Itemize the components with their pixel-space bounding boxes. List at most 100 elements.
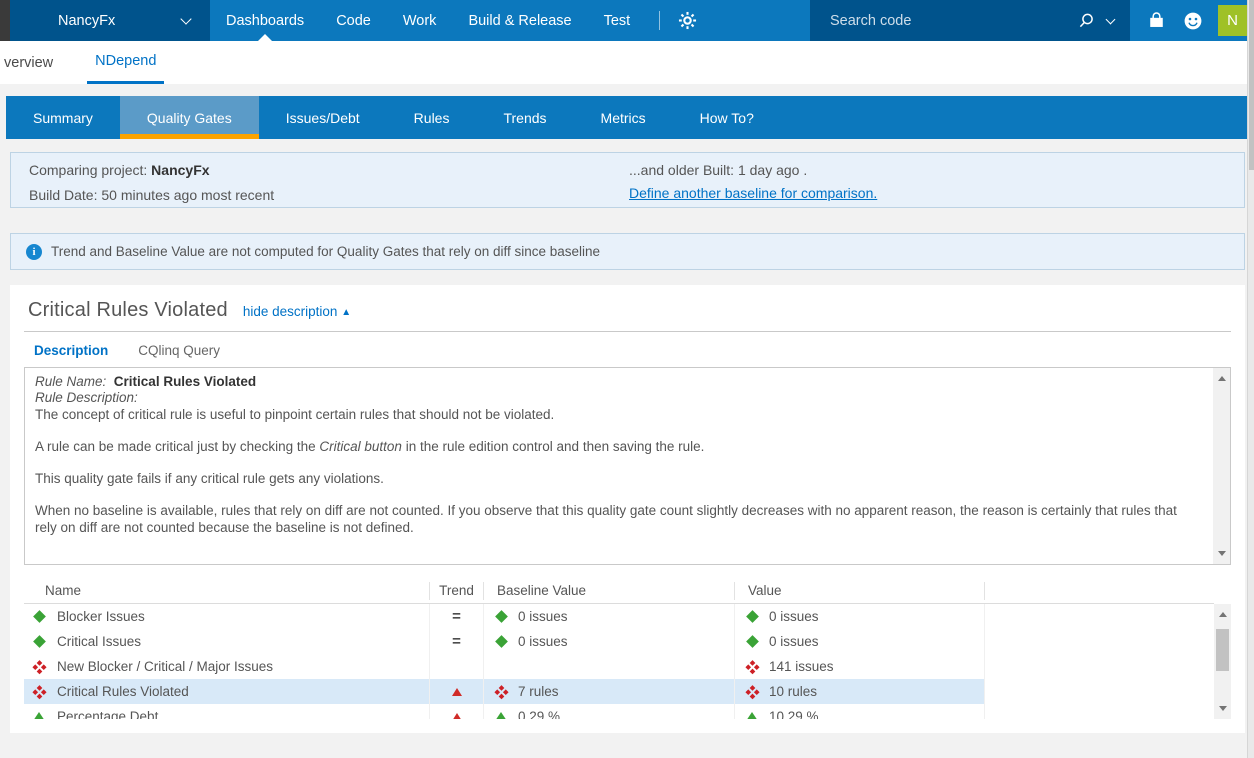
- gate-status-icon: [29, 656, 50, 677]
- hub-tab-label: verview: [4, 55, 53, 71]
- tab-label: Description: [34, 343, 108, 358]
- column-header-baseline-value: Baseline Value: [484, 582, 735, 600]
- table-row[interactable]: New Blocker / Critical / Major Issues 14…: [24, 654, 1214, 679]
- quality-gates-table: Name Trend Baseline Value Value Blocker …: [24, 578, 1231, 719]
- value-status-icon: [745, 634, 760, 649]
- toggle-label: hide description: [243, 304, 338, 319]
- tab-label: CQlinq Query: [138, 343, 220, 358]
- page-title: Critical Rules Violated: [28, 299, 228, 322]
- scroll-up-icon[interactable]: [1218, 376, 1226, 381]
- nav-item-work[interactable]: Work: [387, 0, 453, 41]
- project-selector[interactable]: NancyFx: [10, 0, 210, 41]
- tab-label: How To?: [700, 110, 754, 126]
- gate-name: Percentage Debt: [57, 709, 158, 719]
- search-box: [810, 0, 1130, 41]
- scrollbar-thumb[interactable]: [1216, 629, 1229, 671]
- tab-summary[interactable]: Summary: [6, 96, 120, 139]
- define-baseline-link[interactable]: Define another baseline for comparison.: [629, 185, 877, 201]
- table-row-selected[interactable]: Critical Rules Violated 7 rules 10 rules: [24, 679, 1214, 704]
- current-value: 0 issues: [769, 634, 819, 649]
- nav-label: Work: [403, 13, 437, 29]
- hub-tab-label: NDepend: [95, 53, 156, 69]
- chevron-down-icon: [180, 13, 191, 24]
- tab-issues-debt[interactable]: Issues/Debt: [259, 96, 387, 139]
- rule-name-value: Critical Rules Violated: [114, 374, 256, 389]
- notice-text: Trend and Baseline Value are not compute…: [51, 244, 600, 259]
- settings-gear-icon[interactable]: [673, 7, 701, 35]
- build-date-line: Build Date: 50 minutes ago most recent: [29, 187, 629, 203]
- tab-trends[interactable]: Trends: [476, 96, 573, 139]
- rule-description-box: Rule Name: Critical Rules Violated Rule …: [24, 367, 1231, 565]
- gate-status-icon: [32, 709, 47, 719]
- scroll-down-icon[interactable]: [1218, 551, 1226, 556]
- search-icon[interactable]: [1077, 12, 1095, 30]
- tab-description[interactable]: Description: [34, 343, 108, 358]
- search-input[interactable]: [810, 13, 1077, 29]
- rule-description-content: Rule Name: Critical Rules Violated Rule …: [25, 368, 1230, 536]
- scroll-down-icon[interactable]: [1219, 706, 1227, 711]
- tab-quality-gates[interactable]: Quality Gates: [120, 96, 259, 139]
- baseline-status-icon: [494, 609, 509, 624]
- table-body: Blocker Issues 0 issues 0 issues Critica…: [24, 604, 1214, 719]
- nav-label: Dashboards: [226, 13, 304, 29]
- nav-label: Build & Release: [468, 13, 571, 29]
- tab-label: Issues/Debt: [286, 110, 360, 126]
- baseline-status-icon: [494, 634, 509, 649]
- trend-icon: [452, 608, 461, 625]
- tab-metrics[interactable]: Metrics: [574, 96, 673, 139]
- column-header-value: Value: [735, 582, 985, 600]
- trend-icon: [452, 633, 461, 650]
- page-scrollbar-thumb[interactable]: [1249, 0, 1254, 170]
- tab-how-to[interactable]: How To?: [673, 96, 781, 139]
- scroll-up-icon[interactable]: [1219, 612, 1227, 617]
- search-scope-chevron-icon[interactable]: [1106, 14, 1116, 24]
- marketplace-bag-icon[interactable]: [1147, 11, 1166, 30]
- nav-item-code[interactable]: Code: [320, 0, 387, 41]
- older-build-line: ...and older Built: 1 day ago .: [629, 162, 877, 178]
- nav-label: Code: [336, 13, 371, 29]
- tab-label: Rules: [414, 110, 450, 126]
- tab-label: Metrics: [601, 110, 646, 126]
- nav-item-dashboards[interactable]: Dashboards: [210, 0, 320, 41]
- rule-description-label: Rule Description:: [35, 390, 138, 405]
- table-row[interactable]: Critical Issues 0 issues 0 issues: [24, 629, 1214, 654]
- gate-status-icon: [29, 681, 50, 702]
- table-row[interactable]: Percentage Debt 0.29 % 10.29 %: [24, 704, 1214, 719]
- description-scrollbar[interactable]: [1213, 368, 1230, 564]
- description-paragraph: The concept of critical rule is useful t…: [35, 407, 1190, 423]
- trend-icon: [452, 684, 462, 699]
- avatar[interactable]: N: [1218, 5, 1247, 36]
- table-scrollbar[interactable]: [1214, 604, 1231, 719]
- comparison-left: Comparing project: NancyFx Build Date: 5…: [29, 162, 629, 207]
- trend-notice-box: Trend and Baseline Value are not compute…: [10, 233, 1245, 270]
- tab-cqlinq-query[interactable]: CQlinq Query: [138, 343, 220, 358]
- description-paragraph: This quality gate fails if any critical …: [35, 471, 1190, 487]
- tab-rules[interactable]: Rules: [387, 96, 477, 139]
- nav-item-test[interactable]: Test: [588, 0, 647, 41]
- nav-item-build-release[interactable]: Build & Release: [452, 0, 587, 41]
- column-header-trend: Trend: [430, 582, 484, 600]
- value-status-icon: [742, 681, 763, 702]
- hub-tab-overview[interactable]: verview: [2, 41, 55, 84]
- nav-divider: [659, 11, 660, 30]
- collapse-arrow-icon: ▲: [341, 307, 351, 318]
- column-header-filler: [985, 582, 1214, 600]
- ndepend-section-tabbar: Summary Quality Gates Issues/Debt Rules …: [6, 96, 1248, 139]
- gate-status-icon: [32, 609, 47, 624]
- current-value: 0 issues: [769, 609, 819, 624]
- feedback-smiley-icon[interactable]: [1183, 11, 1203, 31]
- project-name: NancyFx: [58, 13, 115, 29]
- gate-name: Critical Rules Violated: [57, 684, 189, 699]
- topbar-right-actions: N: [1130, 0, 1247, 41]
- baseline-value: 0 issues: [518, 609, 568, 624]
- description-paragraph: When no baseline is available, rules tha…: [35, 503, 1190, 536]
- description-tabbar: Description CQlinq Query: [24, 332, 1231, 367]
- table-row[interactable]: Blocker Issues 0 issues 0 issues: [24, 604, 1214, 629]
- quality-gate-detail-panel: Critical Rules Violated hide description…: [10, 285, 1245, 733]
- tab-label: Trends: [503, 110, 546, 126]
- page-scrollbar[interactable]: [1247, 0, 1254, 758]
- hub-tab-ndepend[interactable]: NDepend: [87, 41, 164, 84]
- panel-header: Critical Rules Violated hide description…: [24, 285, 1231, 322]
- current-value: 141 issues: [769, 659, 834, 674]
- hide-description-toggle[interactable]: hide description ▲: [243, 304, 351, 319]
